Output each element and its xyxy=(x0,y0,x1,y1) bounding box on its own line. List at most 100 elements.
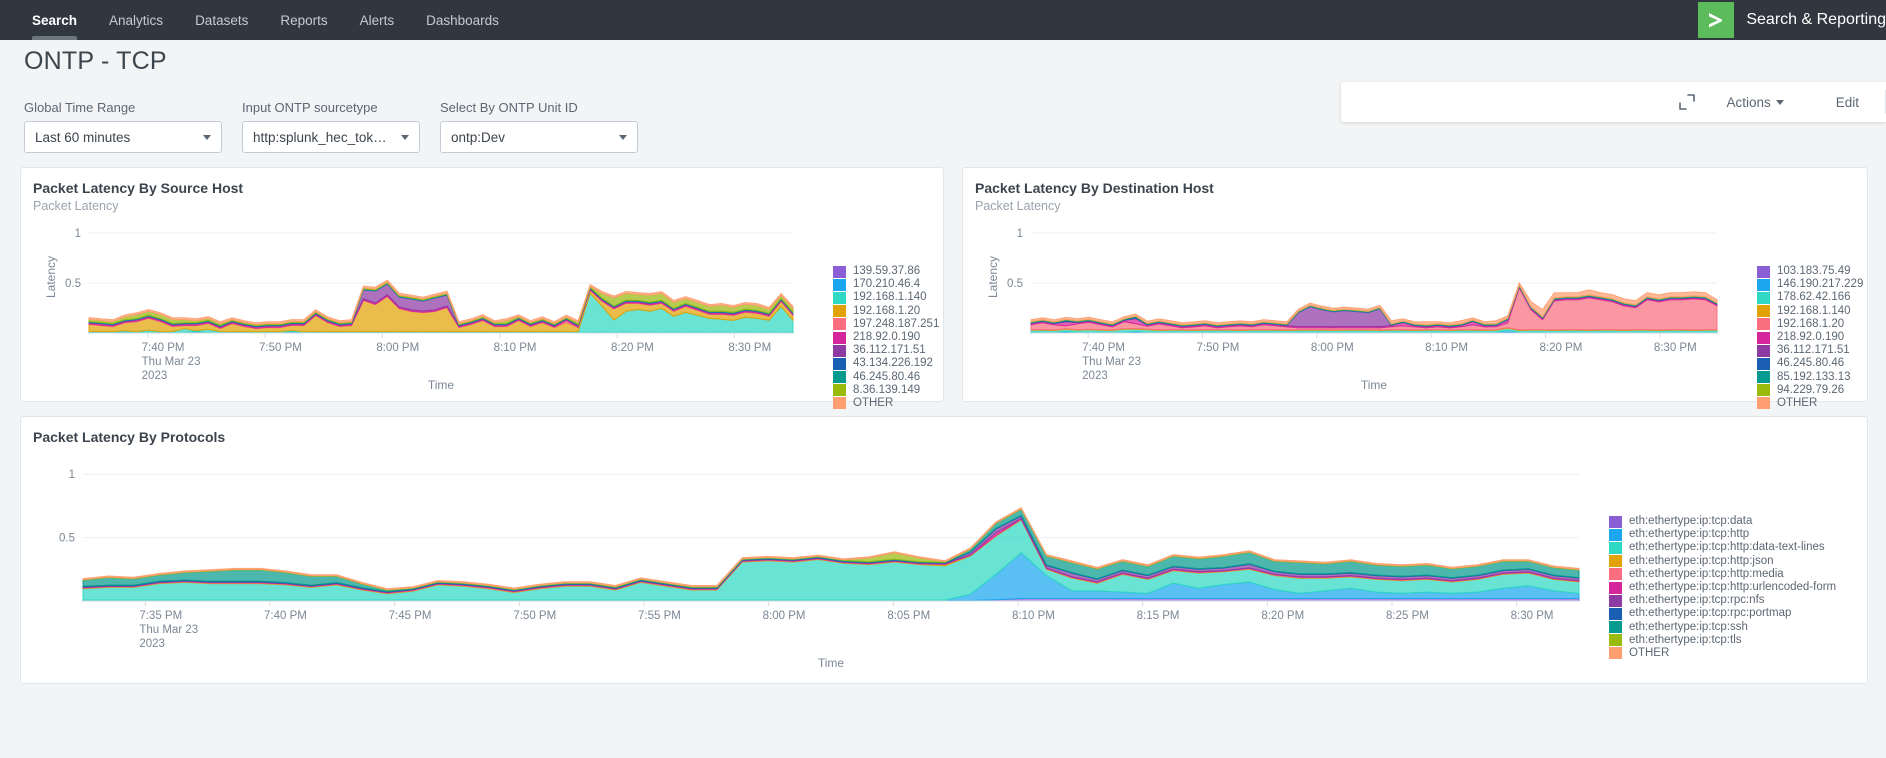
legend-item[interactable]: eth:ethertype:ip:tcp:http:media xyxy=(1609,568,1886,581)
legend-swatch xyxy=(1757,331,1770,344)
chevron-down-icon xyxy=(203,134,211,140)
legend-label: eth:ethertype:ip:tcp:http xyxy=(1629,528,1750,541)
legend-swatch xyxy=(1757,305,1770,318)
legend-swatch xyxy=(833,305,846,318)
legend-item[interactable]: 46.245.80.46 xyxy=(833,371,953,384)
legend-item[interactable]: eth:ethertype:ip:tcp:http xyxy=(1609,528,1886,541)
svg-text:0.5: 0.5 xyxy=(65,278,81,290)
svg-text:8:15 PM: 8:15 PM xyxy=(1137,610,1180,622)
global-time-range-dropdown[interactable]: Last 60 minutes xyxy=(24,121,222,153)
legend-swatch xyxy=(1609,568,1622,581)
legend-item[interactable]: eth:ethertype:ip:tcp:http:urlencoded-for… xyxy=(1609,581,1886,594)
legend-item[interactable]: 192.168.1.20 xyxy=(833,305,953,318)
svg-text:8:00 PM: 8:00 PM xyxy=(1311,342,1354,354)
panel-body: 0.5 1 7:35 PM Thu Mar 23 2023 7:40 PM 7:45 PM 7… xyxy=(21,445,1867,673)
legend-item[interactable]: OTHER xyxy=(1757,397,1877,410)
legend-item[interactable]: eth:ethertype:ip:tcp:rpc:portmap xyxy=(1609,607,1886,620)
legend-label: eth:ethertype:ip:tcp:rpc:nfs xyxy=(1629,594,1765,607)
legend-swatch xyxy=(1757,357,1770,370)
nav-item-dashboards[interactable]: Dashboards xyxy=(410,0,515,40)
legend-item[interactable]: 94.229.79.26 xyxy=(1757,384,1877,397)
legend-item[interactable]: 46.245.80.46 xyxy=(1757,357,1877,370)
legend-item[interactable]: 218.92.0.190 xyxy=(1757,331,1877,344)
svg-text:7:55 PM: 7:55 PM xyxy=(638,610,681,622)
panel-packet-latency-by-destination-host: Packet Latency By Destination Host Packe… xyxy=(962,167,1868,410)
svg-text:8:30 PM: 8:30 PM xyxy=(1654,342,1697,354)
nav-item-reports[interactable]: Reports xyxy=(264,0,343,40)
legend-item[interactable]: 178.62.42.166 xyxy=(1757,291,1877,304)
svg-text:7:35 PM: 7:35 PM xyxy=(139,610,182,622)
svg-text:8:10 PM: 8:10 PM xyxy=(1012,610,1055,622)
legend-label: 36.112.171.51 xyxy=(1777,344,1850,357)
legend-item[interactable]: eth:ethertype:ip:tcp:http:data-text-line… xyxy=(1609,541,1886,554)
legend-label: 197.248.187.251 xyxy=(853,317,940,330)
svg-text:7:50 PM: 7:50 PM xyxy=(1197,342,1240,354)
legend-item[interactable]: 146.190.217.229 xyxy=(1757,278,1877,291)
edit-button[interactable]: Edit xyxy=(1810,95,1885,110)
svg-text:Latency: Latency xyxy=(44,256,58,298)
legend-swatch xyxy=(833,265,846,278)
legend-label: 36.112.171.51 xyxy=(853,344,926,357)
legend-swatch xyxy=(833,291,846,304)
legend-swatch xyxy=(1757,318,1770,331)
panel-row-bottom: Packet Latency By Protocols 0.5 1 7:35 PM T… xyxy=(0,402,1886,684)
legend-item[interactable]: 170.210.46.4 xyxy=(833,278,953,291)
actions-menu-button[interactable]: Actions xyxy=(1700,95,1809,110)
legend-label: OTHER xyxy=(853,396,894,409)
legend-swatch xyxy=(1757,265,1770,278)
legend-item[interactable]: 8.36.139.149 xyxy=(833,384,953,397)
legend-item[interactable]: 192.168.1.140 xyxy=(1757,305,1877,318)
legend-item[interactable]: eth:ethertype:ip:tcp:data xyxy=(1609,515,1886,528)
filter-value: ontp:Dev xyxy=(451,129,506,145)
legend-swatch xyxy=(833,278,846,291)
svg-text:1: 1 xyxy=(1017,228,1023,240)
legend-label: OTHER xyxy=(1777,396,1818,409)
select-by-ontp-unit-id-dropdown[interactable]: ontp:Dev xyxy=(440,121,638,153)
legend-label: 46.245.80.46 xyxy=(853,370,921,383)
legend-label: OTHER xyxy=(1629,646,1670,659)
svg-text:Thu Mar 23: Thu Mar 23 xyxy=(1082,356,1141,368)
chart-legend-source-host: 139.59.37.86 170.210.46.4 192.168.1.140 192… xyxy=(833,265,953,410)
legend-swatch xyxy=(1609,634,1622,647)
input-ontp-sourcetype-dropdown[interactable]: http:splunk_hec_tok… xyxy=(242,121,420,153)
svg-text:7:40 PM: 7:40 PM xyxy=(264,610,307,622)
panel-row-top: Packet Latency By Source Host Packet Lat… xyxy=(0,153,1886,410)
legend-label: 192.168.1.20 xyxy=(1777,317,1845,330)
legend-item[interactable]: 139.59.37.86 xyxy=(833,265,953,278)
legend-item[interactable]: eth:ethertype:ip:tcp:tls xyxy=(1609,634,1886,647)
legend-item[interactable]: 85.192.133.13 xyxy=(1757,371,1877,384)
nav-item-alerts[interactable]: Alerts xyxy=(344,0,411,40)
legend-item[interactable]: 43.134.226.192 xyxy=(833,357,953,370)
legend-label: 178.62.42.166 xyxy=(1777,291,1851,304)
legend-item[interactable]: eth:ethertype:ip:tcp:http:json xyxy=(1609,555,1886,568)
filter-label: Input ONTP sourcetype xyxy=(242,100,378,115)
legend-item[interactable]: eth:ethertype:ip:tcp:ssh xyxy=(1609,621,1886,634)
panel-body: 0.5 1 7:40 PM Thu Mar 23 2023 7:50 PM 8:00 PM 8… xyxy=(21,213,943,410)
legend-item[interactable]: 103.183.75.49 xyxy=(1757,265,1877,278)
expand-arrows-icon[interactable] xyxy=(1674,89,1700,115)
legend-swatch xyxy=(1757,291,1770,304)
legend-item[interactable]: 197.248.187.251 xyxy=(833,318,953,331)
svg-text:2023: 2023 xyxy=(139,638,165,650)
chevron-down-icon xyxy=(401,134,409,140)
app-name-label: Search & Reporting xyxy=(1746,11,1886,28)
dashboard-header: ONTP - TCP Actions Edit xyxy=(0,40,1886,122)
legend-item[interactable]: 192.168.1.140 xyxy=(833,291,953,304)
nav-item-search[interactable]: Search xyxy=(16,0,93,40)
svg-text:Time: Time xyxy=(818,656,845,670)
svg-text:Thu Mar 23: Thu Mar 23 xyxy=(142,356,201,368)
legend-item[interactable]: 36.112.171.51 xyxy=(1757,344,1877,357)
splunk-logo-icon xyxy=(1698,2,1735,38)
legend-item[interactable]: 192.168.1.20 xyxy=(1757,318,1877,331)
legend-label: 8.36.139.149 xyxy=(853,383,921,396)
svg-text:8:00 PM: 8:00 PM xyxy=(763,610,806,622)
legend-item[interactable]: eth:ethertype:ip:tcp:rpc:nfs xyxy=(1609,594,1886,607)
nav-item-analytics[interactable]: Analytics xyxy=(93,0,179,40)
legend-item[interactable]: OTHER xyxy=(1609,647,1886,660)
legend-item[interactable]: 218.92.0.190 xyxy=(833,331,953,344)
svg-text:1: 1 xyxy=(69,469,75,481)
nav-item-datasets[interactable]: Datasets xyxy=(179,0,264,40)
legend-item[interactable]: OTHER xyxy=(833,397,953,410)
legend-item[interactable]: 36.112.171.51 xyxy=(833,344,953,357)
svg-text:8:20 PM: 8:20 PM xyxy=(1261,610,1304,622)
